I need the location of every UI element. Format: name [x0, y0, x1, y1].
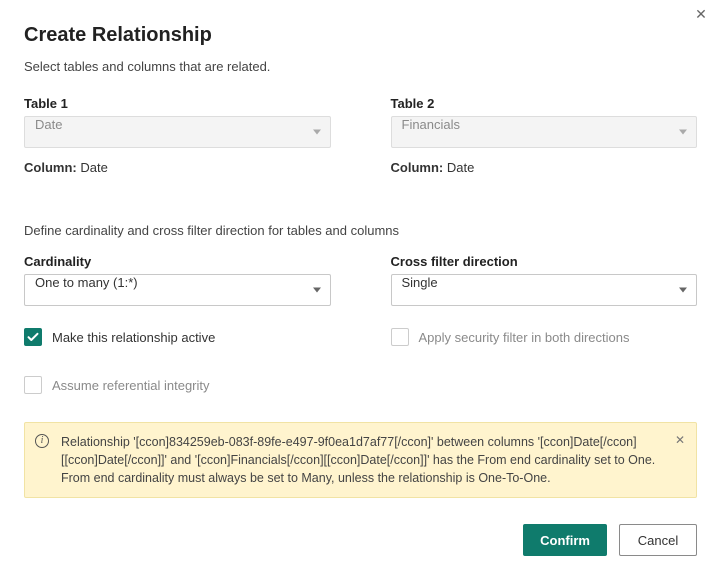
dialog-subtitle: Select tables and columns that are relat…	[24, 59, 697, 74]
crossfilter-label: Cross filter direction	[391, 254, 698, 269]
confirm-button[interactable]: Confirm	[523, 524, 607, 556]
warning-message-text: Relationship '[ccon]834259eb-083f-89fe-e…	[61, 435, 655, 485]
table1-column-line: Column: Date	[24, 160, 331, 175]
crossfilter-select-value: Single	[391, 274, 698, 306]
cardinality-select[interactable]: One to many (1:*)	[24, 274, 331, 306]
security-checkbox	[391, 328, 409, 346]
integrity-checkbox-label: Assume referential integrity	[52, 378, 210, 393]
cardinality-label: Cardinality	[24, 254, 331, 269]
table2-label: Table 2	[391, 96, 698, 111]
close-icon[interactable]: ✕	[689, 4, 713, 28]
active-checkbox-label: Make this relationship active	[52, 330, 215, 345]
table-select-row: Table 1 Date Column: Date Table 2 Financ…	[24, 96, 697, 175]
table2-column-value: Date	[447, 160, 474, 175]
warning-message-bar: i Relationship '[ccon]834259eb-083f-89fe…	[24, 422, 697, 498]
table2-select-value: Financials	[391, 116, 698, 148]
cardinality-row: Cardinality One to many (1:*) Cross filt…	[24, 254, 697, 306]
checkbox-row-1: Make this relationship active Apply secu…	[24, 328, 697, 346]
dismiss-message-icon[interactable]: ✕	[672, 432, 688, 448]
checkbox-row-2: Assume referential integrity	[24, 376, 697, 394]
table2-column-label: Column:	[391, 160, 444, 175]
create-relationship-dialog: ✕ Create Relationship Select tables and …	[0, 0, 721, 572]
integrity-checkbox	[24, 376, 42, 394]
info-icon: i	[35, 434, 49, 448]
table2-column-line: Column: Date	[391, 160, 698, 175]
active-checkbox[interactable]	[24, 328, 42, 346]
cancel-button[interactable]: Cancel	[619, 524, 697, 556]
security-checkbox-label: Apply security filter in both directions	[419, 330, 630, 345]
table2-select[interactable]: Financials	[391, 116, 698, 148]
table1-select-value: Date	[24, 116, 331, 148]
table1-column-label: Column:	[24, 160, 77, 175]
cardinality-section-text: Define cardinality and cross filter dire…	[24, 223, 697, 238]
table1-label: Table 1	[24, 96, 331, 111]
check-icon	[27, 331, 39, 343]
table1-column-value: Date	[80, 160, 107, 175]
crossfilter-select[interactable]: Single	[391, 274, 698, 306]
table1-select[interactable]: Date	[24, 116, 331, 148]
dialog-footer: Confirm Cancel	[523, 524, 697, 556]
cardinality-select-value: One to many (1:*)	[24, 274, 331, 306]
page-title: Create Relationship	[24, 24, 697, 47]
